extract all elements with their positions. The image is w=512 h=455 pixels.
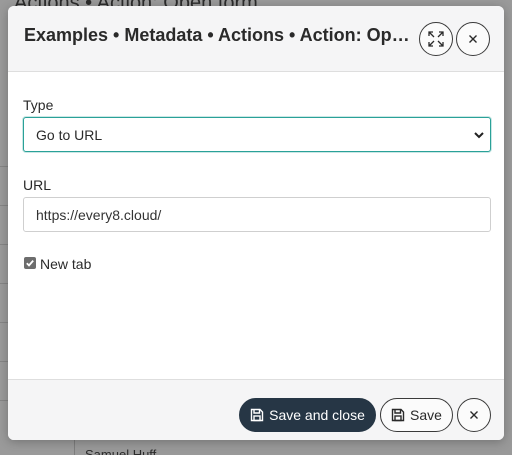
save-and-close-label: Save and close xyxy=(269,407,365,423)
close-button[interactable] xyxy=(456,22,490,56)
footer-close-button[interactable] xyxy=(457,398,491,432)
expand-button[interactable] xyxy=(419,22,453,56)
save-label: Save xyxy=(410,407,442,423)
dialog-body: Type Go to URL URL New tab xyxy=(8,73,504,379)
action-dialog: Examples • Metadata • Actions • Action: … xyxy=(8,6,504,440)
floppy-disk-icon xyxy=(391,408,405,422)
dialog-footer: Save and close Save xyxy=(8,379,504,440)
new-tab-checkbox[interactable] xyxy=(24,257,36,269)
checkmark-icon xyxy=(26,260,34,267)
dialog-title: Examples • Metadata • Actions • Action: … xyxy=(24,25,416,45)
chevron-down-icon xyxy=(474,132,484,139)
type-label: Type xyxy=(23,97,54,113)
type-select[interactable]: Go to URL xyxy=(23,117,491,152)
dialog-header: Examples • Metadata • Actions • Action: … xyxy=(8,6,504,72)
expand-icon xyxy=(428,31,444,47)
close-icon xyxy=(470,411,478,419)
background-table-cell: Samuel Huff xyxy=(74,440,512,455)
new-tab-label[interactable]: New tab xyxy=(40,256,91,272)
background-cell-text: Samuel Huff xyxy=(85,447,157,455)
url-input[interactable] xyxy=(23,197,491,232)
save-button[interactable]: Save xyxy=(380,398,453,432)
url-label: URL xyxy=(23,177,52,193)
close-icon xyxy=(469,35,477,43)
floppy-disk-icon xyxy=(250,408,264,422)
save-and-close-button[interactable]: Save and close xyxy=(239,398,376,432)
type-select-value: Go to URL xyxy=(36,127,103,143)
